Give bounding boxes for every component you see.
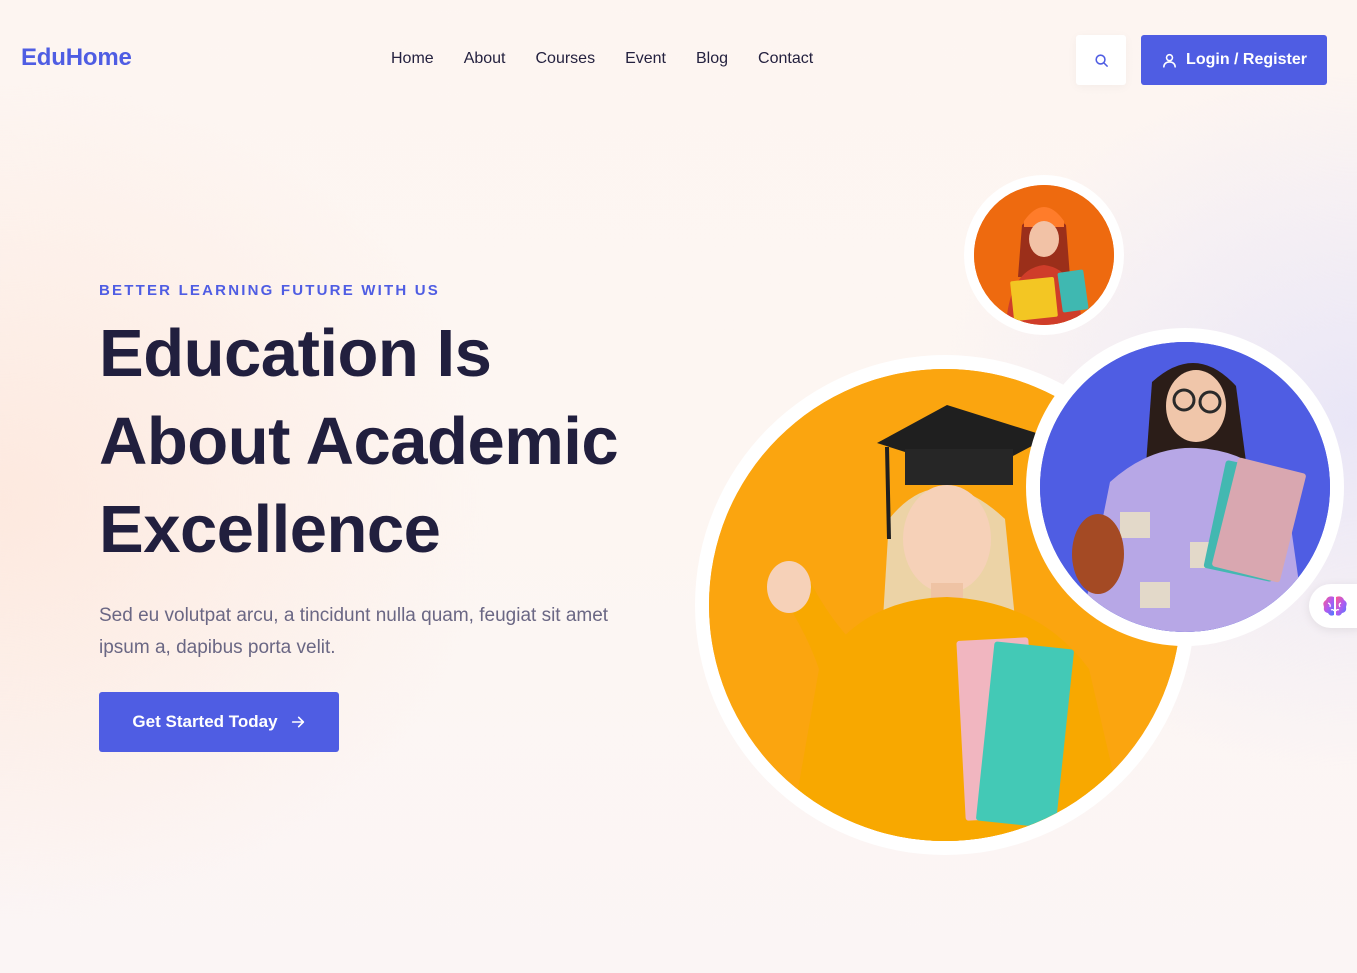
get-started-button[interactable]: Get Started Today — [99, 692, 339, 752]
user-icon — [1163, 53, 1176, 68]
headline-line-1: Education Is — [99, 316, 492, 391]
nav-contact[interactable]: Contact — [758, 49, 813, 69]
student-photo-small — [964, 175, 1124, 335]
student-photo-medium — [1026, 328, 1344, 646]
nav-about[interactable]: About — [464, 49, 506, 69]
hero-description: Sed eu volutpat arcu, a tincidunt nulla … — [99, 605, 609, 658]
hero-eyebrow: BETTER LEARNING FUTURE WITH US — [99, 282, 440, 299]
nav-courses[interactable]: Courses — [536, 49, 596, 69]
brain-widget-button[interactable] — [1309, 584, 1357, 628]
brain-icon — [1323, 596, 1347, 616]
arrow-right-icon — [291, 716, 304, 728]
hero-headline: Education Is About Academic Excellence — [99, 310, 719, 574]
get-started-label: Get Started Today — [132, 712, 278, 731]
logo[interactable]: EduHome — [21, 44, 132, 72]
nav-home[interactable]: Home — [391, 49, 434, 69]
search-icon — [1094, 53, 1108, 67]
nav-blog[interactable]: Blog — [696, 49, 728, 69]
search-button[interactable] — [1076, 35, 1126, 85]
login-register-label: Login / Register — [1186, 51, 1307, 68]
nav-event[interactable]: Event — [625, 49, 666, 69]
student-orange-beanie-image — [974, 185, 1114, 325]
headline-line-2: About Academic — [99, 404, 619, 479]
student-glasses-books-image — [1040, 342, 1330, 632]
main-nav: Home About Courses Event Blog Contact — [391, 49, 843, 69]
headline-line-3: Excellence — [99, 492, 441, 567]
login-register-button[interactable]: Login / Register — [1141, 35, 1327, 85]
